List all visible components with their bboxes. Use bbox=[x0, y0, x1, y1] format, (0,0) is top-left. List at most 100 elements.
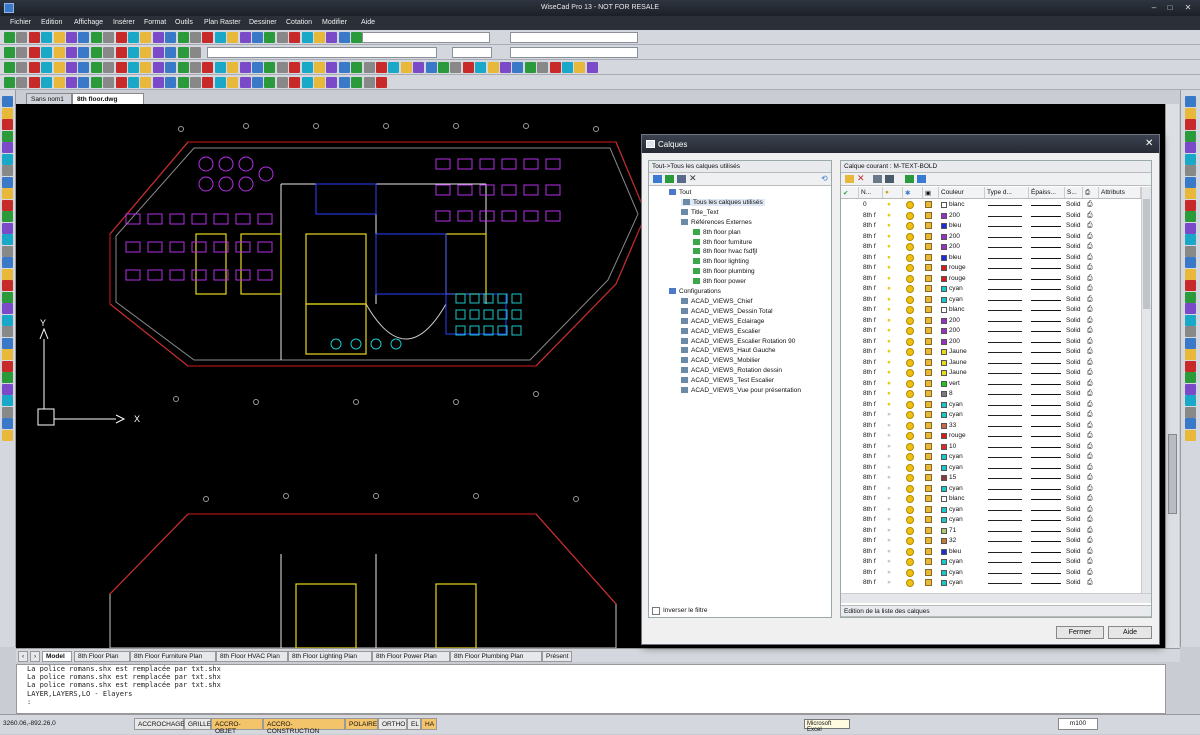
layer-on-icon[interactable]: ● bbox=[887, 432, 891, 439]
layer-color-swatch[interactable] bbox=[941, 223, 947, 229]
layer-on-icon[interactable]: ● bbox=[887, 306, 891, 313]
layer-row[interactable]: 8th f ● blanc Solid ⎙ bbox=[841, 305, 1141, 316]
layer-lock-icon[interactable] bbox=[925, 411, 932, 418]
toolbar-tool-icon[interactable] bbox=[66, 77, 77, 88]
menu-modifier[interactable]: Modifier bbox=[322, 19, 347, 26]
layer-freeze-icon[interactable] bbox=[906, 327, 914, 335]
toolbar-tool-icon[interactable] bbox=[289, 62, 301, 73]
toolbar-tool-icon[interactable] bbox=[562, 62, 573, 73]
toolbar-tool-icon[interactable] bbox=[363, 62, 375, 73]
layer-row[interactable]: 8th f ● cyan Solid ⎙ bbox=[841, 295, 1141, 306]
layer-lock-icon[interactable] bbox=[925, 432, 932, 439]
layer-on-icon[interactable]: ● bbox=[887, 243, 891, 250]
toolbar-tool-icon[interactable] bbox=[190, 62, 201, 73]
toolbar-tool-icon[interactable] bbox=[351, 32, 363, 43]
vertical-scrollbar[interactable] bbox=[1165, 104, 1179, 648]
layer-plot-icon[interactable]: ⎙ bbox=[1087, 338, 1093, 346]
layer-row[interactable]: 8th f ● blanc Solid ⎙ bbox=[841, 494, 1141, 505]
layer-row[interactable]: 8th f ● vert Solid ⎙ bbox=[841, 379, 1141, 390]
side-tool-icon[interactable] bbox=[2, 303, 13, 314]
layer-on-icon[interactable]: ● bbox=[887, 474, 891, 481]
side-tool-icon[interactable] bbox=[1185, 406, 1196, 418]
layer-row[interactable]: 8th f ● 200 Solid ⎙ bbox=[841, 337, 1141, 348]
layer-freeze-icon[interactable] bbox=[906, 316, 914, 325]
filter-tree-item[interactable]: 8th floor lighting bbox=[693, 258, 749, 265]
filter-tree-item[interactable]: Tout bbox=[669, 189, 691, 196]
side-tool-icon[interactable] bbox=[2, 418, 13, 429]
toolbar-tool-icon[interactable] bbox=[289, 77, 301, 88]
side-tool-icon[interactable] bbox=[2, 268, 13, 280]
layer-lock-icon[interactable] bbox=[925, 295, 932, 303]
layer-row[interactable]: 0 ● blanc Solid ⎙ bbox=[841, 200, 1141, 211]
side-tool-icon[interactable] bbox=[1185, 234, 1196, 245]
toolbar-tool-icon[interactable] bbox=[314, 62, 325, 73]
layer-scroll-thumb[interactable] bbox=[1143, 199, 1150, 309]
toolbar-tool-icon[interactable] bbox=[90, 32, 102, 43]
side-tool-icon[interactable] bbox=[1185, 107, 1196, 119]
layer-row[interactable]: 8th f ● bleu Solid ⎙ bbox=[841, 547, 1141, 558]
layer-row[interactable]: 8th f ● Jaune Solid ⎙ bbox=[841, 368, 1141, 379]
layer-color-swatch[interactable] bbox=[941, 475, 947, 481]
layer-freeze-icon[interactable] bbox=[906, 558, 914, 566]
layer-on-icon[interactable]: ● bbox=[887, 201, 891, 208]
layer-plot-icon[interactable]: ⎙ bbox=[1087, 453, 1093, 461]
layer-lock-icon[interactable] bbox=[925, 379, 932, 387]
toolbar-tool-icon[interactable] bbox=[16, 47, 28, 58]
layer-color-swatch[interactable] bbox=[941, 286, 947, 292]
layer-color-swatch[interactable] bbox=[941, 496, 947, 502]
layer-freeze-icon[interactable] bbox=[906, 537, 914, 545]
menu-aide[interactable]: Aide bbox=[361, 19, 375, 26]
side-tool-icon[interactable] bbox=[2, 234, 13, 245]
layer-plot-icon[interactable]: ⎙ bbox=[1087, 317, 1093, 325]
layer-row[interactable]: 8th f ● bleu Solid ⎙ bbox=[841, 253, 1141, 264]
toolbar-tool-icon[interactable] bbox=[425, 62, 437, 73]
toolbar-tool-icon[interactable] bbox=[103, 47, 115, 58]
layer-on-icon[interactable]: ● bbox=[887, 275, 891, 282]
layer-color-swatch[interactable] bbox=[941, 349, 947, 355]
toolbar-tool-icon[interactable] bbox=[4, 77, 15, 88]
layer-color-swatch[interactable] bbox=[941, 506, 947, 513]
side-tool-icon[interactable] bbox=[2, 96, 13, 107]
toolbar-tool-icon[interactable] bbox=[16, 62, 28, 73]
side-tool-icon[interactable] bbox=[1185, 337, 1196, 349]
layer-plot-icon[interactable]: ⎙ bbox=[1087, 558, 1093, 566]
layer-on-icon[interactable]: ● bbox=[887, 369, 891, 376]
layer-freeze-icon[interactable] bbox=[906, 474, 914, 482]
layer-color-swatch[interactable] bbox=[941, 265, 947, 271]
toolbar-tool-icon[interactable] bbox=[264, 32, 276, 43]
side-tool-icon[interactable] bbox=[2, 349, 13, 360]
refresh-icon[interactable]: ⟲ bbox=[821, 174, 828, 183]
layer-on-icon[interactable]: ● bbox=[887, 485, 891, 492]
layer-freeze-icon[interactable] bbox=[906, 453, 914, 461]
side-tool-icon[interactable] bbox=[1185, 418, 1196, 429]
layer-plot-icon[interactable]: ⎙ bbox=[1087, 201, 1093, 209]
layer-row[interactable]: 8th f ● 32 Solid ⎙ bbox=[841, 536, 1141, 547]
side-tool-icon[interactable] bbox=[2, 280, 13, 291]
style-combo[interactable] bbox=[510, 32, 638, 43]
toolbar-tool-icon[interactable] bbox=[177, 47, 189, 58]
side-tool-icon[interactable] bbox=[2, 188, 13, 199]
side-tool-icon[interactable] bbox=[2, 383, 13, 395]
layer-freeze-icon[interactable] bbox=[906, 369, 914, 377]
layer-row[interactable]: 8th f ● cyan Solid ⎙ bbox=[841, 505, 1141, 516]
close-dialog-icon[interactable]: ✕ bbox=[1145, 138, 1153, 149]
toolbar-tool-icon[interactable] bbox=[4, 47, 15, 58]
layer-freeze-icon[interactable] bbox=[906, 411, 914, 419]
layer-lock-icon[interactable] bbox=[925, 222, 932, 229]
toolbar-tool-icon[interactable] bbox=[338, 62, 350, 73]
toolbar-tool-icon[interactable] bbox=[41, 32, 53, 43]
toolbar-tool-icon[interactable] bbox=[152, 47, 164, 58]
toolbar-tool-icon[interactable] bbox=[537, 62, 549, 73]
layer-lock-icon[interactable] bbox=[925, 421, 932, 429]
toolbar-tool-icon[interactable] bbox=[239, 62, 251, 73]
toolbar-tool-icon[interactable] bbox=[214, 62, 226, 73]
filter-tree-item[interactable]: ACAD_VIEWS_Test Escalier bbox=[681, 377, 774, 384]
layer-color-swatch[interactable] bbox=[941, 548, 947, 555]
col-linetype[interactable]: Type d... bbox=[985, 187, 1029, 198]
toolbar-tool-icon[interactable] bbox=[586, 62, 598, 73]
layer-lock-icon[interactable] bbox=[925, 232, 932, 240]
toolbar-tool-icon[interactable] bbox=[53, 47, 65, 58]
layer-lock-icon[interactable] bbox=[925, 369, 932, 376]
layer-color-swatch[interactable] bbox=[941, 370, 947, 376]
toolbar-tool-icon[interactable] bbox=[115, 32, 127, 43]
